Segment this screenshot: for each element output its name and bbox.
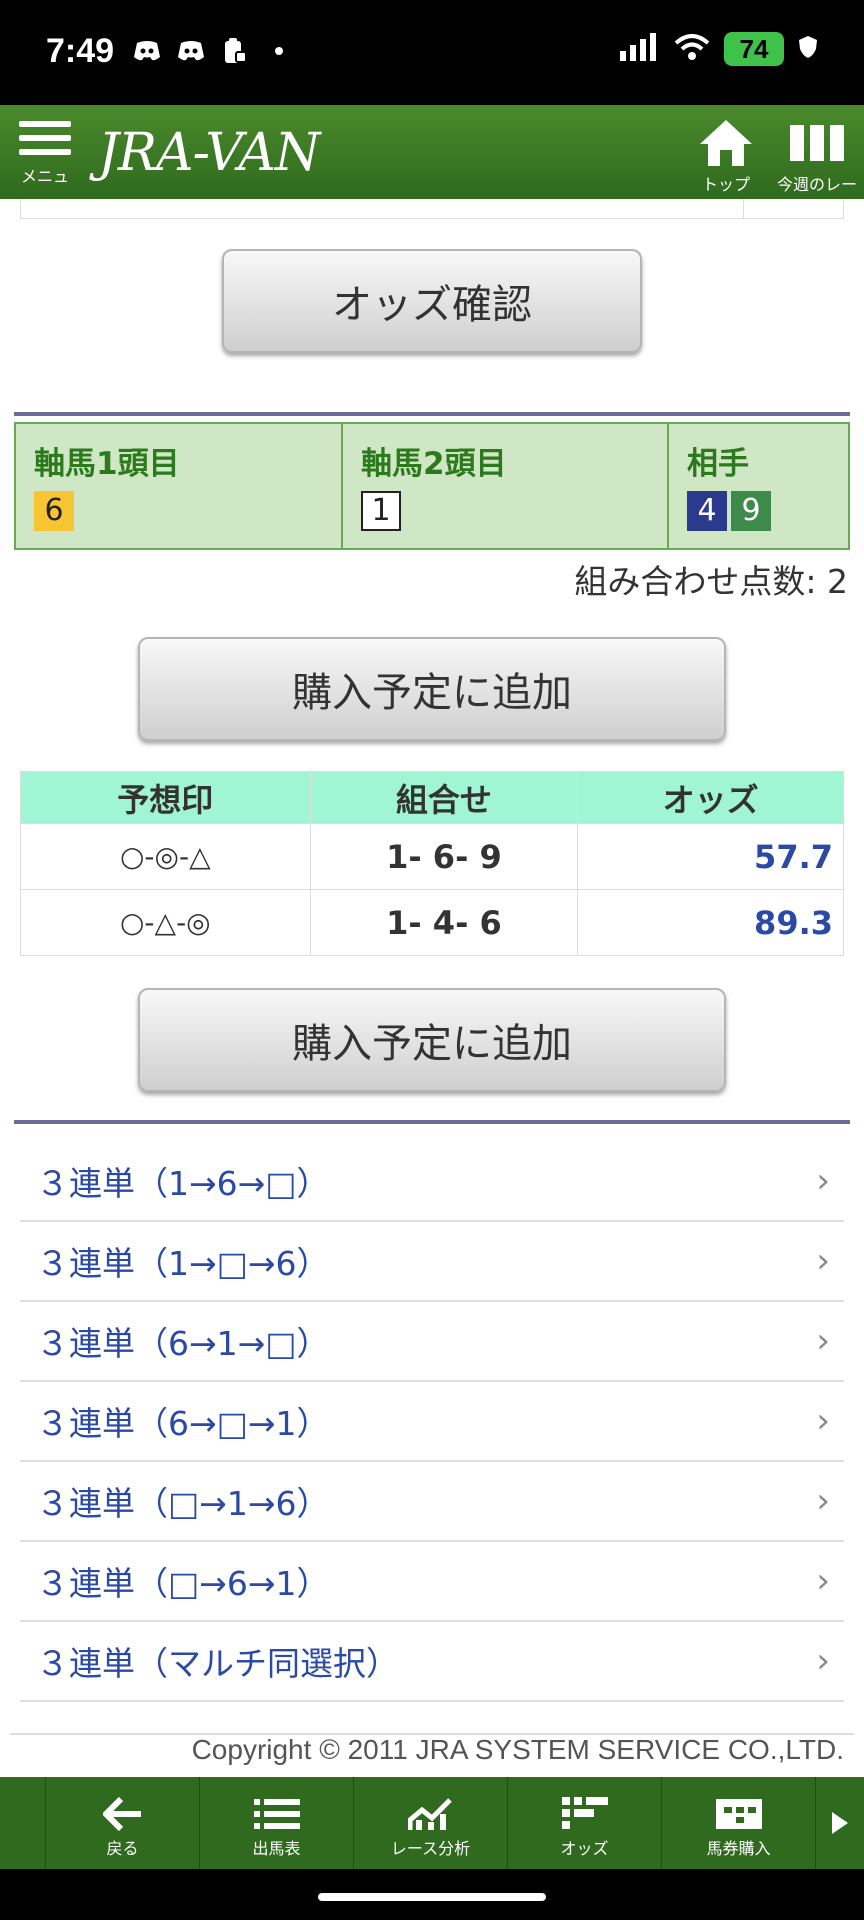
nav-label: 馬券購入 (706, 1839, 771, 1858)
chevron-right-icon: › (816, 1401, 830, 1441)
status-bar: 7:49 74 (0, 0, 864, 105)
odds-result-table: 予想印 組合せ オッズ ○-◎-△ 1- 6- 9 57.7 ○-△-◎ 1- … (20, 771, 844, 956)
list-item-label: ３連単（□→6→1） (36, 1564, 330, 1603)
status-right: 74 (620, 32, 818, 66)
list-item[interactable]: ３連単（1→6→□） › (20, 1142, 844, 1222)
combination: 1- 4- 6 (309, 889, 579, 956)
list-item-label: ３連単（マルチ同選択） (36, 1644, 399, 1683)
axis-horse-1-column: 軸馬1頭目 6 (16, 424, 343, 548)
add-to-purchase-plan-button[interactable]: 購入予定に追加 (138, 988, 726, 1092)
prediction-marks: ○-◎-△ (20, 823, 311, 890)
chart-icon (354, 1793, 507, 1835)
nav-label: 出馬表 (252, 1839, 301, 1858)
odds-value: 57.7 (577, 823, 844, 890)
grid-icon (508, 1793, 661, 1835)
add-to-purchase-plan-button[interactable]: 購入予定に追加 (138, 637, 726, 741)
table-row: ○-◎-△ 1- 6- 9 57.7 (20, 823, 844, 890)
list-icon (200, 1793, 353, 1835)
prediction-marks: ○-△-◎ (20, 889, 311, 956)
play-right-icon (832, 1812, 848, 1834)
nav-label: 戻る (106, 1839, 139, 1858)
top-label: トップ (701, 175, 750, 194)
selection-summary: 軸馬1頭目 6 軸馬2頭目 1 相手 49 (14, 422, 850, 550)
horse-number: 4 (687, 491, 727, 531)
table-header-row: 予想印 組合せ オッズ (20, 771, 844, 824)
axis-horse-2-title: 軸馬2頭目 (361, 446, 507, 482)
list-item[interactable]: ３連単（□→1→6） › (20, 1462, 844, 1542)
nav-race-analysis[interactable]: レース分析 (354, 1777, 508, 1869)
shield-icon (798, 35, 818, 63)
partner-title: 相手 (687, 446, 749, 482)
odds-value: 89.3 (577, 889, 844, 956)
trifecta-link-list: ３連単（1→6→□） › ３連単（1→□→6） › ３連単（6→1→□） › ３連単（… (20, 1142, 844, 1702)
nav-label: レース分析 (390, 1839, 471, 1858)
status-time: 7:49 (46, 32, 115, 70)
hamburger-icon (19, 121, 71, 155)
column-header: オッズ (577, 771, 844, 824)
axis-horse-1-title: 軸馬1頭目 (34, 446, 180, 482)
bottom-navigation: 戻る 出馬表 レース分析 オッズ 馬券購入 (0, 1777, 864, 1869)
discord-icon (132, 36, 162, 66)
top-button[interactable]: トップ (696, 115, 756, 195)
nav-odds[interactable]: オッズ (508, 1777, 662, 1869)
list-item-label: ３連単（6→□→1） (36, 1404, 330, 1443)
arrow-left-icon (46, 1793, 199, 1835)
list-item[interactable]: ３連単（1→□→6） › (20, 1222, 844, 1302)
chevron-right-icon: › (816, 1561, 830, 1601)
horse-number: 9 (731, 491, 771, 531)
nav-label: オッズ (560, 1839, 609, 1858)
list-item-label: ３連単（□→1→6） (36, 1484, 330, 1523)
list-item[interactable]: ３連単（マルチ同選択） › (20, 1622, 844, 1702)
app-header: メニュー JRA-VAN トップ 今週のレース (0, 105, 864, 218)
combination-count: 組み合わせ点数: 2 (574, 562, 848, 601)
section-divider (14, 412, 850, 416)
chevron-right-icon: › (816, 1241, 830, 1281)
chevron-right-icon: › (816, 1641, 830, 1681)
home-icon (696, 115, 756, 171)
ticket-icon (662, 1793, 815, 1835)
nav-next-button[interactable] (816, 1777, 864, 1869)
system-home-area (0, 1869, 864, 1920)
previous-section-edge (20, 199, 844, 219)
partner-column: 相手 49 (669, 424, 848, 548)
list-item-label: ３連単（6→1→□） (36, 1324, 330, 1363)
columns-icon (770, 115, 864, 171)
axis-horse-2-column: 軸馬2頭目 1 (343, 424, 669, 548)
list-item-label: ３連単（1→6→□） (36, 1164, 330, 1203)
clipboard-lock-icon (220, 36, 250, 66)
discord-icon (176, 36, 206, 66)
combination: 1- 6- 9 (309, 823, 579, 890)
nav-ticket-purchase[interactable]: 馬券購入 (662, 1777, 816, 1869)
wifi-icon (674, 33, 710, 65)
horse-number: 6 (34, 491, 74, 531)
horse-number: 1 (361, 491, 401, 531)
signal-icon (620, 33, 660, 65)
list-item[interactable]: ３連単（6→□→1） › (20, 1382, 844, 1462)
nav-race-card[interactable]: 出馬表 (200, 1777, 354, 1869)
column-header: 予想印 (20, 771, 311, 824)
nav-back[interactable]: 戻る (46, 1777, 200, 1869)
menu-button[interactable]: メニュー (14, 117, 76, 210)
chevron-right-icon: › (816, 1321, 830, 1361)
dot-icon (264, 36, 294, 66)
brand-logo[interactable]: JRA-VAN (98, 123, 320, 183)
list-item[interactable]: ３連単（6→1→□） › (20, 1302, 844, 1382)
battery-indicator: 74 (724, 32, 784, 66)
copyright-text: Copyright © 2011 JRA SYSTEM SERVICE CO.,… (191, 1734, 844, 1765)
home-indicator[interactable] (318, 1893, 546, 1901)
odds-check-button[interactable]: オッズ確認 (222, 249, 642, 353)
section-divider (14, 1120, 850, 1124)
list-item-label: ３連単（1→□→6） (36, 1244, 330, 1283)
table-row: ○-△-◎ 1- 4- 6 89.3 (20, 889, 844, 956)
chevron-right-icon: › (816, 1161, 830, 1201)
list-item[interactable]: ３連単（□→6→1） › (20, 1542, 844, 1622)
column-header: 組合せ (309, 771, 579, 824)
chevron-right-icon: › (816, 1481, 830, 1521)
status-notification-icons (132, 36, 294, 66)
